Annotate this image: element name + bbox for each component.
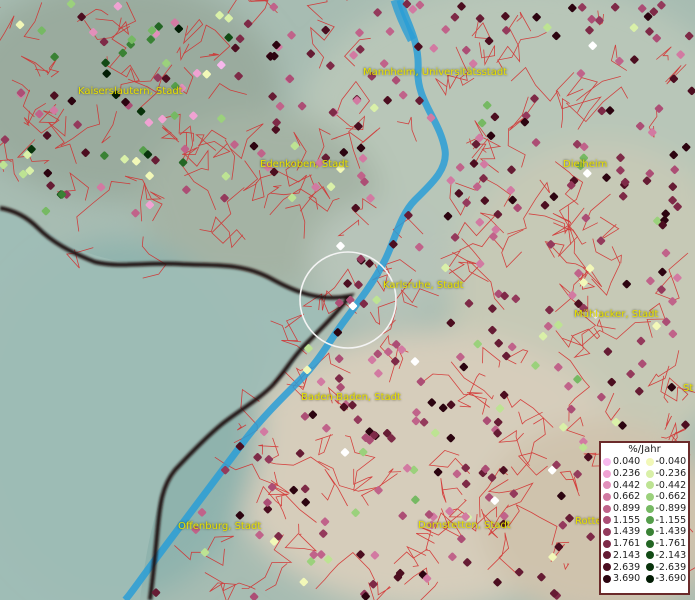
- legend-swatch: [603, 551, 611, 560]
- legend-row: -2.639: [645, 561, 689, 573]
- legend-swatch: [645, 551, 654, 560]
- legend-label: 2.143: [613, 549, 641, 561]
- legend-swatch: [603, 504, 611, 513]
- legend-label: 0.040: [613, 456, 641, 468]
- legend-swatch: [603, 527, 611, 536]
- legend-swatch: [645, 563, 654, 572]
- legend-label: 1.155: [613, 514, 641, 526]
- map-view[interactable]: Kaiserslautern, Stadt Mannheim, Universi…: [0, 0, 695, 600]
- city-label-partial-right-2[interactable]: Rotte: [575, 516, 602, 527]
- city-label-baden-baden[interactable]: Baden-Baden, Stadt: [301, 392, 401, 403]
- legend-label: 0.662: [613, 491, 641, 503]
- legend-label: 0.442: [613, 479, 641, 491]
- legend-label: -2.143: [655, 549, 687, 561]
- city-label-offenburg[interactable]: Offenburg, Stadt: [178, 521, 261, 532]
- legend-swatch: [645, 504, 654, 513]
- legend-swatch: [603, 574, 611, 583]
- legend-swatch: [603, 469, 611, 478]
- legend-title: %/Jahr: [628, 444, 661, 455]
- legend-row: 0.040: [603, 456, 646, 468]
- legend-swatch: [645, 539, 654, 548]
- legend-column-positive: 0.040 0.236 0.442 0.662 0.899 1.155 1.439 1.761…: [603, 456, 646, 585]
- city-label-kaiserslautern[interactable]: Kaiserslautern, Stadt: [78, 86, 183, 97]
- legend-row: -1.761: [645, 538, 689, 550]
- legend-row: 1.155: [603, 514, 646, 526]
- legend-swatch: [645, 469, 654, 478]
- legend-row: -1.439: [645, 526, 689, 538]
- legend-row: -2.143: [645, 549, 689, 562]
- legend-row: -0.040: [645, 456, 689, 468]
- legend-label: -0.040: [655, 456, 687, 468]
- legend-row: 1.439: [603, 526, 646, 538]
- legend-swatch: [645, 481, 654, 490]
- legend-row: 0.442: [603, 479, 646, 491]
- legend-swatch: [645, 492, 654, 501]
- city-label-karlsruhe[interactable]: Karlsruhe, Stadt: [383, 280, 464, 291]
- legend-label: -0.662: [655, 491, 687, 503]
- legend-row: 0.899: [603, 503, 646, 515]
- legend-swatch: [603, 492, 611, 501]
- legend-swatch: [603, 516, 611, 525]
- legend-label: -1.155: [655, 514, 687, 526]
- city-label-mannheim[interactable]: Mannheim, Universitätsstadt: [363, 67, 507, 78]
- legend-label: 3.690: [613, 573, 641, 585]
- map-legend: %/Jahr 0.040 0.236 0.442 0.662 0.899 1.155 1.4…: [599, 441, 690, 595]
- legend-label: -1.761: [655, 538, 687, 550]
- city-label-dornstetten[interactable]: Dornstetten, Stadt: [418, 520, 511, 531]
- legend-label: -1.439: [655, 526, 687, 538]
- legend-swatch: [645, 516, 654, 525]
- legend-label: -0.236: [655, 468, 687, 480]
- legend-label: 0.236: [613, 468, 641, 480]
- city-label-muehlacker[interactable]: Mühlacker, Stadt: [574, 309, 658, 320]
- legend-row: 2.143: [603, 550, 646, 562]
- legend-row: 0.662: [603, 491, 646, 503]
- city-label-edenkoben[interactable]: Edenkoben, Stadt: [260, 159, 349, 170]
- legend-row: -0.442: [645, 479, 689, 491]
- legend-swatch: [603, 539, 611, 548]
- legend-row: -1.155: [645, 514, 689, 526]
- legend-row: 3.690: [603, 573, 646, 585]
- legend-label: -3.690: [655, 573, 687, 585]
- legend-label: 1.439: [613, 526, 641, 538]
- legend-row: -0.662: [645, 491, 689, 503]
- legend-label: -0.899: [655, 503, 687, 515]
- legend-label: 0.899: [613, 503, 641, 515]
- legend-row: -0.236: [645, 468, 689, 480]
- legend-label: 1.761: [613, 538, 641, 550]
- legend-swatch: [603, 563, 611, 572]
- legend-row: 2.639: [603, 561, 646, 573]
- legend-row: -3.690: [645, 573, 689, 585]
- legend-row: 1.761: [603, 538, 646, 550]
- legend-label: -0.442: [655, 479, 687, 491]
- legend-row: -0.899: [645, 503, 689, 515]
- legend-swatch: [645, 527, 654, 536]
- legend-label: 2.639: [613, 561, 641, 573]
- city-label-partial-right[interactable]: St: [683, 383, 693, 394]
- city-label-dielheim[interactable]: Dielheim: [563, 159, 607, 170]
- legend-swatch: [645, 574, 654, 583]
- legend-column-negative: -0.040 -0.236 -0.442 -0.662 -0.899 -1.155 -1.4…: [645, 456, 689, 585]
- legend-swatch: [603, 457, 611, 466]
- legend-swatch: [645, 457, 654, 466]
- legend-label: -2.639: [655, 561, 687, 573]
- legend-row: 0.236: [603, 468, 646, 480]
- legend-swatch: [603, 481, 611, 490]
